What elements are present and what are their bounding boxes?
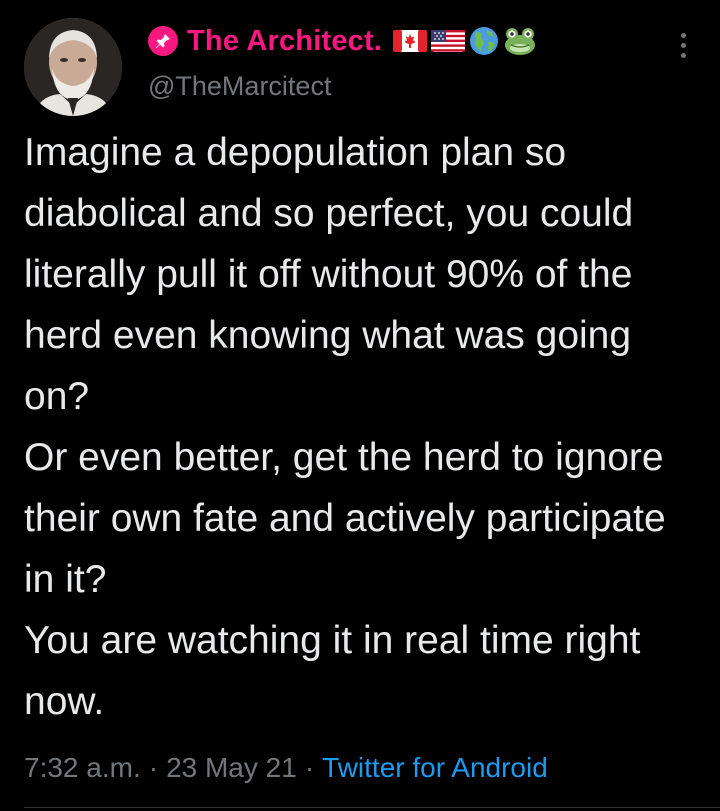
meta-separator: · xyxy=(148,752,159,783)
tweet-date[interactable]: 23 May 21 xyxy=(166,752,297,784)
divider xyxy=(24,807,720,808)
globe-americas-icon xyxy=(470,27,499,55)
name-emoji-row xyxy=(393,26,537,56)
tweet-source-link[interactable]: Twitter for Android xyxy=(322,752,548,784)
name-row: The Architect. xyxy=(148,21,537,61)
avatar[interactable] xyxy=(24,18,122,116)
usa-flag-icon xyxy=(431,30,466,52)
tweet-text: Imagine a depopulation plan so diabolica… xyxy=(24,131,666,723)
canada-flag-icon xyxy=(393,30,428,52)
frog-icon xyxy=(505,28,536,55)
tweet-time[interactable]: 7:32 a.m. xyxy=(24,752,141,784)
pin-icon xyxy=(148,26,178,56)
more-options-icon[interactable] xyxy=(668,28,698,62)
tweet: The Architect. @TheMarcitect Imagine a d… xyxy=(0,0,720,811)
display-name[interactable]: The Architect. xyxy=(187,25,382,58)
user-handle[interactable]: @TheMarcitect xyxy=(148,71,331,102)
meta-separator: · xyxy=(304,752,315,783)
avatar-portrait-icon xyxy=(24,18,122,116)
tweet-meta: 7:32 a.m. · 23 May 21 · Twitter for Andr… xyxy=(24,749,548,787)
